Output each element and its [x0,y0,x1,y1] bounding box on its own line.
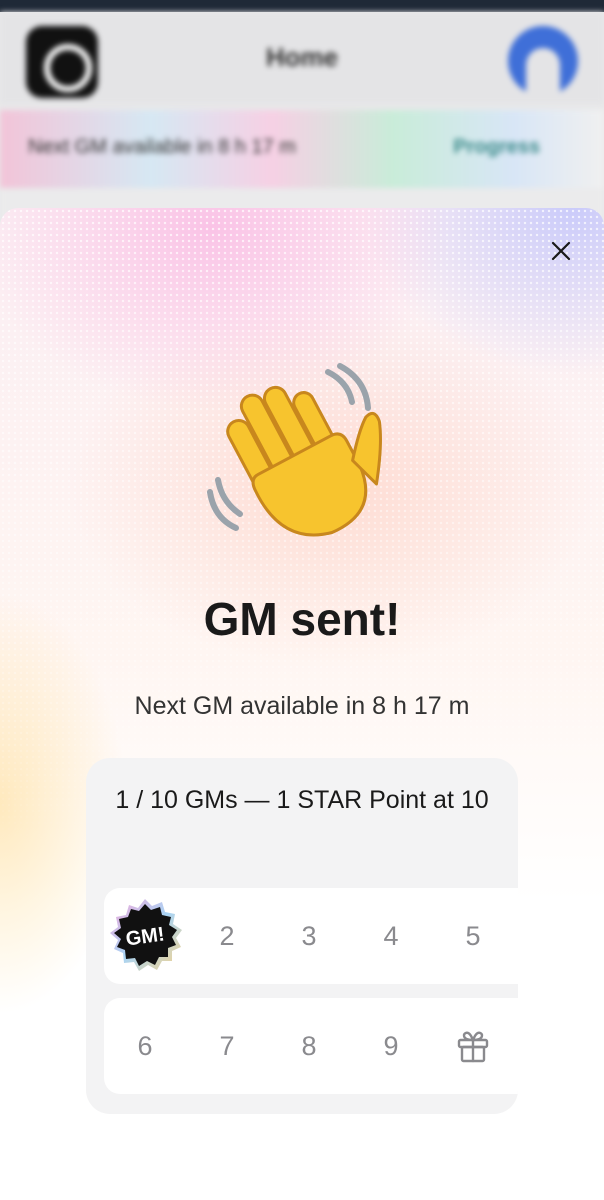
step-7: 7 [219,1030,235,1061]
step-6: 6 [137,1030,153,1061]
step-2: 2 [219,920,235,951]
step-10-reward [432,998,514,1094]
gm-badge-icon: GM! [110,899,182,971]
progress-title: 1 / 10 GMs — 1 STAR Point at 10 [115,786,489,814]
close-button[interactable] [544,234,578,268]
avatar [508,26,578,96]
step-1-completed: GM! [104,888,186,984]
progress-card: 1 / 10 GMs — 1 STAR Point at 10 GM! 2 3 … [86,758,518,1114]
background-banner-link: Progress [453,136,540,158]
close-icon [551,241,571,261]
gm-sent-sheet: GM sent! Next GM available in 8 h 17 m 1… [0,208,604,1200]
background-banner-text: Next GM available in 8 h 17 m [28,136,296,158]
gift-icon [457,1031,489,1063]
progress-row-2: 6 7 8 9 [104,998,518,1094]
status-bar [0,0,604,12]
next-gm-timer: Next GM available in 8 h 17 m [134,692,470,720]
waving-hand-icon [207,363,382,537]
step-9: 9 [383,1030,399,1061]
background-header: Home [0,12,604,104]
background-banner: Next GM available in 8 h 17 m Progress [0,110,604,188]
step-8: 8 [301,1030,317,1061]
step-3: 3 [301,920,317,951]
headline: GM sent! [203,593,401,645]
step-5: 5 [465,920,481,951]
progress-row-1: GM! 2 3 4 5 [104,888,518,984]
step-4: 4 [383,920,399,951]
